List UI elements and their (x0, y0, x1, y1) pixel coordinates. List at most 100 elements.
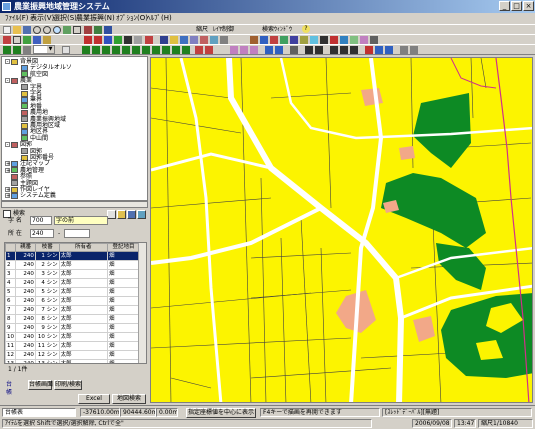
open-icon[interactable] (13, 26, 21, 34)
green-fill-icon[interactable] (122, 46, 130, 54)
blank-icon[interactable] (62, 46, 70, 54)
red-cross-icon[interactable] (205, 46, 213, 54)
green-scale-icon[interactable] (162, 46, 170, 54)
polygon-red-icon[interactable] (94, 36, 102, 44)
folder-icon[interactable] (170, 36, 178, 44)
ruler-icon[interactable] (320, 36, 328, 44)
green-rotate-icon[interactable] (152, 46, 160, 54)
green-merge-icon[interactable] (182, 46, 190, 54)
triple-slash-icon[interactable] (250, 46, 258, 54)
layer-control-label[interactable]: ﾚｲﾔ制御 (213, 26, 234, 34)
chart-icon[interactable] (200, 36, 208, 44)
red-box-icon[interactable] (365, 46, 373, 54)
style-select[interactable]: ▼ (33, 45, 55, 54)
point-icon[interactable] (114, 36, 122, 44)
filter-icon[interactable] (260, 36, 268, 44)
menu-view[interactable]: 表示(V) (30, 14, 54, 23)
table-row[interactable]: 12 240 12 シン 太郎畑 (5, 350, 140, 360)
red-mark-icon[interactable] (195, 46, 203, 54)
green-split-icon[interactable] (172, 46, 180, 54)
select-icon[interactable] (13, 36, 21, 44)
green-line-icon[interactable] (102, 46, 110, 54)
export-icon[interactable] (290, 36, 298, 44)
dot-icon[interactable] (350, 46, 358, 54)
tree-expander-icon[interactable]: + (5, 161, 10, 167)
table-row[interactable]: 3 240 3 シン 太郎畑 (5, 269, 140, 279)
tree-expander-icon[interactable]: - (5, 142, 10, 148)
globe-icon[interactable] (310, 36, 318, 44)
close-tool-icon[interactable] (145, 36, 153, 44)
green-move-icon[interactable] (142, 46, 150, 54)
minimize-button[interactable]: _ (499, 1, 510, 11)
table-row[interactable]: 4 240 4 シン 太郎畑 (5, 278, 140, 288)
pan-icon[interactable] (63, 26, 71, 34)
table-row[interactable]: 7 240 7 シン 太郎畑 (5, 305, 140, 315)
panel-new-icon[interactable] (107, 210, 116, 219)
zoom-out-icon[interactable] (43, 26, 51, 34)
tree-expander-icon[interactable]: + (5, 167, 10, 173)
ledger-screen-button[interactable]: 台帳画面 (28, 380, 53, 390)
excel-button[interactable]: Excel (78, 394, 110, 404)
print-search-button[interactable]: 印刷/検索 (54, 380, 82, 390)
tree-expander-icon[interactable]: + (5, 187, 10, 193)
table-row[interactable]: 6 240 6 シン 太郎畑 (5, 296, 140, 306)
chiban-to-input[interactable] (64, 229, 90, 238)
tree-hscrollbar[interactable] (1, 201, 148, 208)
table-row[interactable]: 8 240 8 シン 太郎畑 (5, 314, 140, 324)
layer-icon[interactable] (33, 36, 41, 44)
green-point-icon[interactable] (132, 46, 140, 54)
grid-column-header[interactable] (5, 243, 17, 252)
panel-open-icon[interactable] (117, 210, 126, 219)
double-slash-icon[interactable] (240, 46, 248, 54)
panel-map-icon[interactable] (137, 210, 146, 219)
zoom-in-icon[interactable] (33, 26, 41, 34)
grid-column-header[interactable]: 所有者 (58, 243, 109, 252)
menu-agri[interactable]: 農業振興(N) (76, 14, 115, 23)
layer-select[interactable]: 台帳表 (2, 408, 76, 417)
refresh-icon[interactable] (73, 26, 81, 34)
map-search-button[interactable]: 地図検索 (112, 394, 146, 404)
table-row[interactable]: 1 240 1 シン 太郎畑 (5, 251, 140, 261)
tree-node[interactable]: + システム定義 (5, 192, 56, 200)
grid-column-header[interactable]: 登記地目 (107, 243, 140, 252)
area-icon[interactable] (350, 36, 358, 44)
legend-icon[interactable] (280, 36, 288, 44)
gray-box-icon[interactable] (410, 46, 418, 54)
line-red-icon[interactable] (84, 36, 92, 44)
menu-select[interactable]: 選択(S) (53, 14, 77, 23)
window-icon[interactable] (190, 36, 198, 44)
blue-box-icon[interactable] (375, 46, 383, 54)
arrow-left-icon[interactable] (3, 46, 11, 54)
table-row[interactable]: 11 240 11 シン 太郎畑 (5, 341, 140, 351)
tree-expander-icon[interactable]: - (5, 78, 10, 84)
panel-save-icon[interactable] (127, 210, 136, 219)
menu-help[interactable]: ﾍﾙﾌﾟ(H) (147, 14, 172, 23)
tree-expander-icon[interactable]: + (5, 193, 10, 199)
help-icon[interactable]: ? (302, 25, 310, 33)
bracket-right-icon[interactable] (315, 46, 323, 54)
line-icon[interactable] (330, 46, 338, 54)
text-icon[interactable] (104, 36, 112, 44)
table-row[interactable]: 9 240 9 シン 太郎畑 (5, 323, 140, 333)
tree-icon[interactable] (250, 36, 258, 44)
map-icon[interactable] (210, 36, 218, 44)
grid-vscrollbar[interactable] (138, 243, 146, 363)
blue-slash-icon[interactable] (265, 46, 273, 54)
edit-icon[interactable] (23, 46, 31, 54)
measure-icon[interactable] (104, 26, 112, 34)
aza-code-input[interactable]: 700 (30, 216, 52, 225)
redo-icon[interactable] (94, 26, 102, 34)
table-row[interactable]: 5 240 5 シン 太郎畑 (5, 287, 140, 297)
pointer-icon[interactable] (3, 36, 11, 44)
chiban-from-input[interactable]: 240 (30, 229, 54, 238)
map-canvas[interactable] (151, 58, 533, 403)
table-row[interactable]: 2 240 2 シン 太郎畑 (5, 260, 140, 270)
settings-icon[interactable] (370, 36, 378, 44)
green-dot-icon[interactable] (82, 46, 90, 54)
center-on-coord-button[interactable]: 指定座標値を中心に表示 (186, 408, 256, 418)
table-row[interactable]: 13 240 13 シン 太郎畑 (5, 359, 140, 363)
grid-column-header[interactable]: 枝番 (34, 243, 60, 252)
grid-column-header[interactable]: 親番 (15, 243, 36, 252)
lock-icon[interactable] (290, 46, 298, 54)
menu-options[interactable]: ｵﾌﾟｼｮﾝ(O) (116, 14, 148, 23)
